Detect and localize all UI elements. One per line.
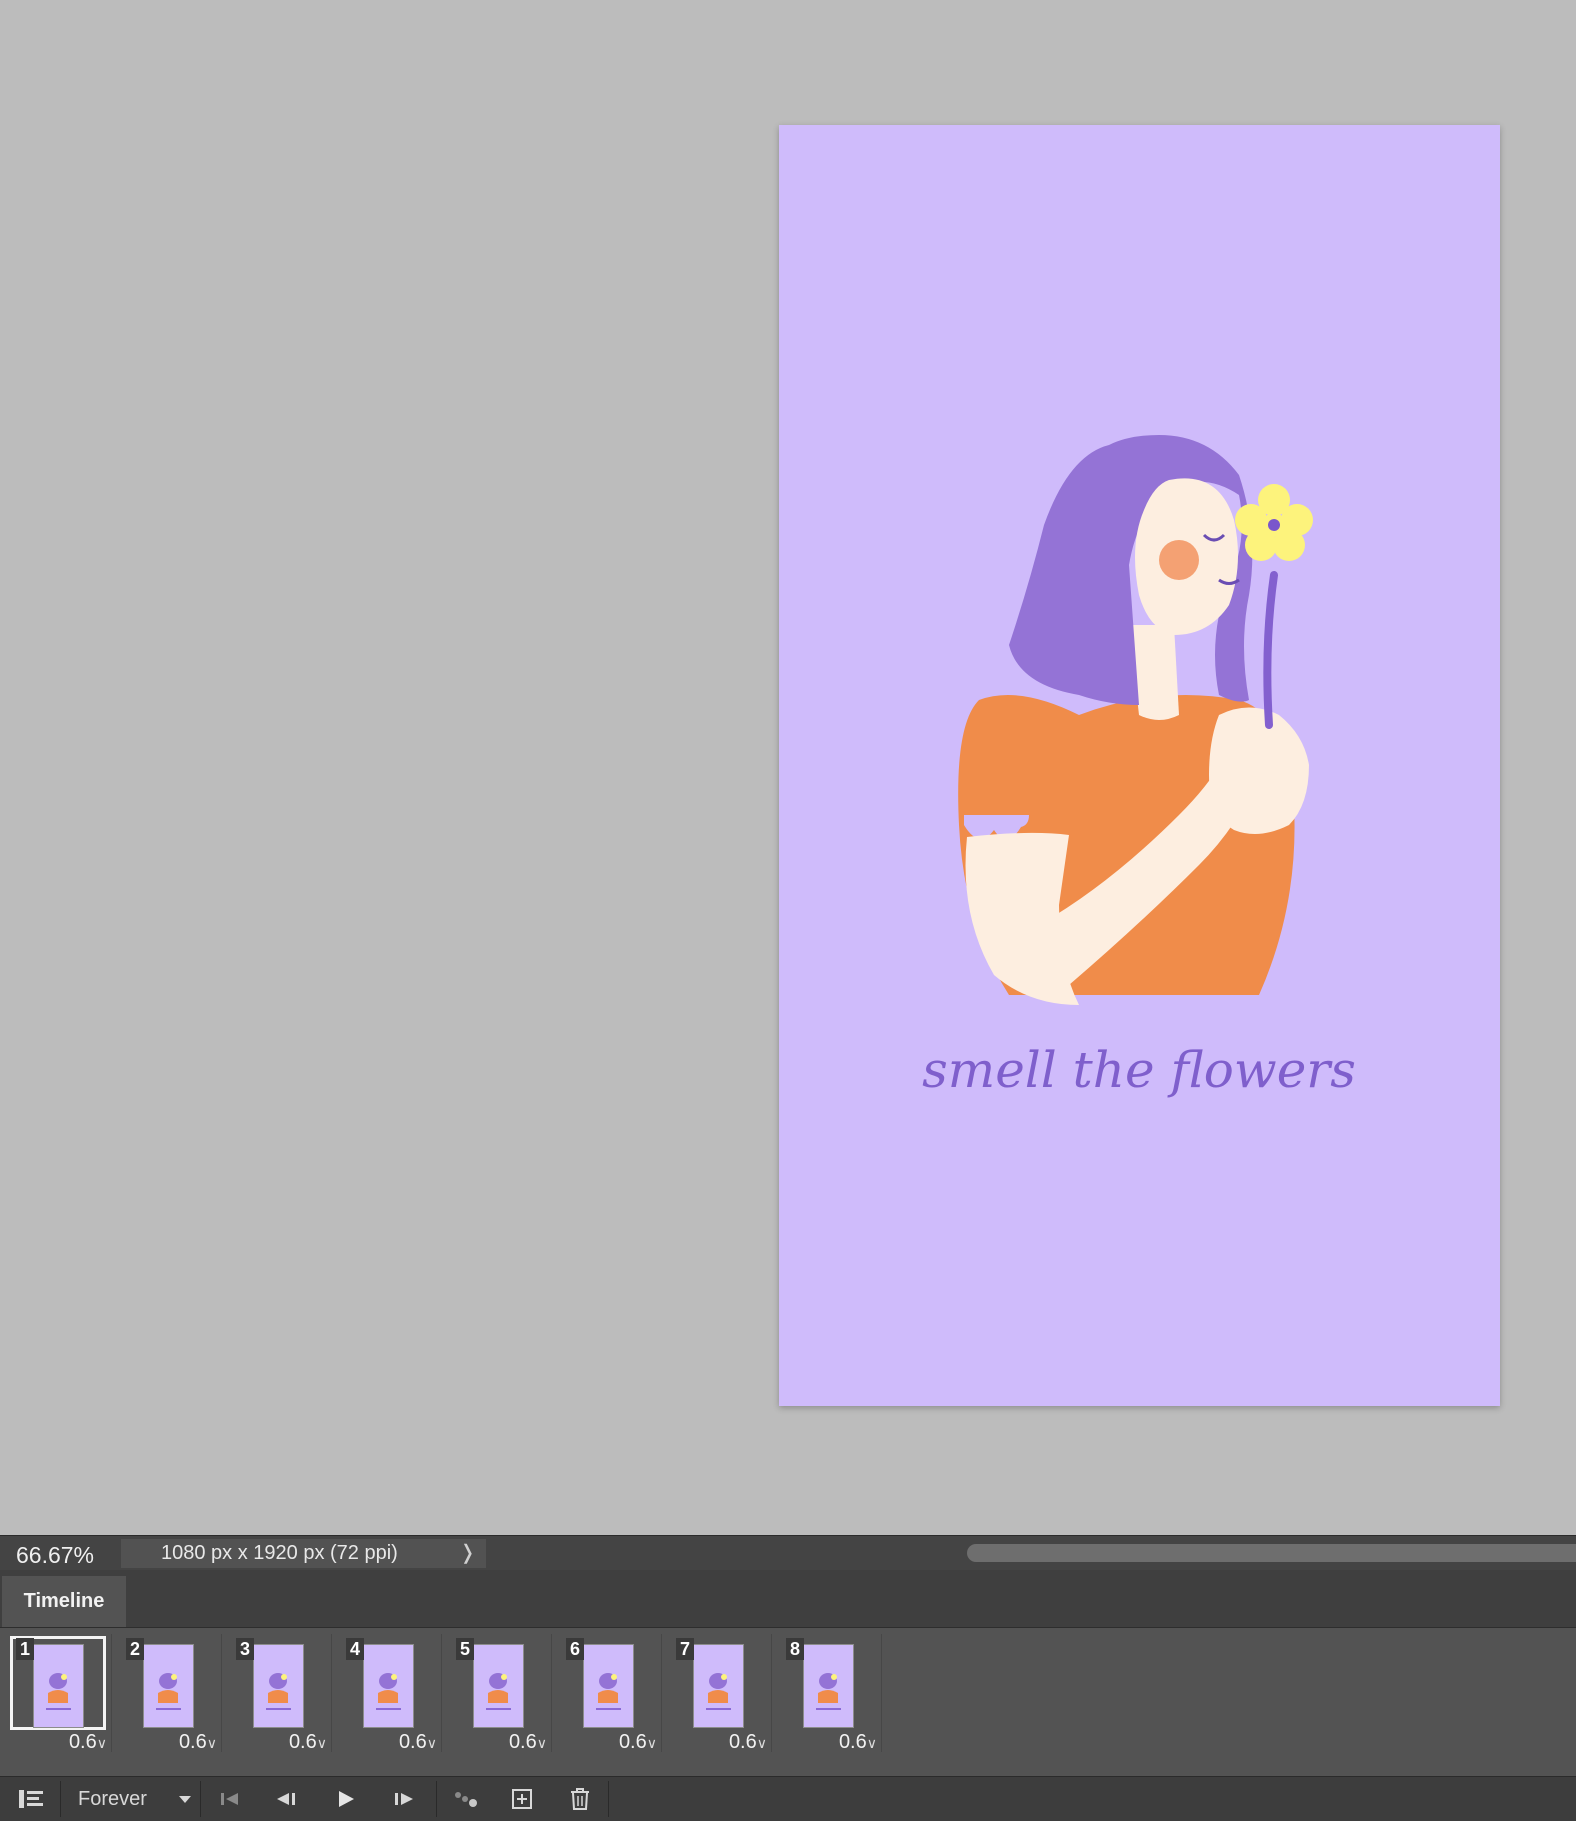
animation-frame[interactable]: 1 0.6∨ [4, 1634, 112, 1754]
duplicate-frame-icon[interactable] [508, 1777, 536, 1821]
frame-delay-value: 0.6 [838, 1731, 867, 1753]
horizontal-scrollbar[interactable] [967, 1544, 1576, 1562]
frame-delay-dropdown[interactable]: 0.6∨ [839, 1731, 877, 1754]
zoom-level[interactable]: 66.67% [16, 1542, 94, 1569]
frame-delay-dropdown[interactable]: 0.6∨ [619, 1731, 657, 1754]
frame-delay-dropdown[interactable]: 0.6∨ [509, 1731, 547, 1754]
frame-thumbnail[interactable] [583, 1644, 634, 1728]
thumbnail-art [376, 1673, 401, 1710]
frame-thumbnail-container[interactable]: 7 [670, 1636, 766, 1730]
frame-thumbnail-container[interactable]: 2 [120, 1636, 216, 1730]
animation-frame[interactable]: 2 0.6∨ [114, 1634, 222, 1754]
tab-timeline[interactable]: Timeline [2, 1576, 126, 1627]
frame-thumbnail[interactable] [693, 1644, 744, 1728]
frame-thumbnail-container[interactable]: 5 [450, 1636, 546, 1730]
frame-delay-value: 0.6 [68, 1731, 97, 1753]
frame-thumbnail-container[interactable]: 8 [780, 1636, 876, 1730]
loop-option-label[interactable]: Forever [78, 1777, 158, 1821]
status-bar: 66.67% 1080 px x 1920 px (72 ppi) ❭ [0, 1535, 1576, 1571]
frame-delay-dropdown[interactable]: 0.6∨ [399, 1731, 437, 1754]
animation-frame[interactable]: 4 0.6∨ [334, 1634, 442, 1754]
frame-thumbnail[interactable] [363, 1644, 414, 1728]
frame-delay-dropdown[interactable]: 0.6∨ [729, 1731, 767, 1754]
thumbnail-art [46, 1673, 71, 1710]
frame-number: 1 [16, 1638, 35, 1660]
frame-delay-dropdown[interactable]: 0.6∨ [69, 1731, 107, 1754]
frame-delay-value: 0.6 [398, 1731, 427, 1753]
thumbnail-art [706, 1673, 731, 1710]
chevron-right-icon[interactable]: ❭ [459, 1539, 476, 1568]
thumbnail-art [486, 1673, 511, 1710]
chevron-down-icon: ∨ [316, 1735, 327, 1751]
frame-thumbnail[interactable] [473, 1644, 524, 1728]
frame-delay-value: 0.6 [288, 1731, 317, 1753]
chevron-down-icon: ∨ [206, 1735, 217, 1751]
convert-to-video-timeline-icon[interactable] [14, 1777, 48, 1821]
chevron-down-icon: ∨ [756, 1735, 767, 1751]
frame-thumbnail[interactable] [253, 1644, 304, 1728]
illustration: smell the flowers [922, 435, 1356, 1099]
chevron-down-icon: ∨ [866, 1735, 877, 1751]
tween-icon[interactable] [450, 1777, 482, 1821]
animation-frame[interactable]: 8 0.6∨ [774, 1634, 882, 1754]
frame-thumbnail[interactable] [143, 1644, 194, 1728]
frame-number: 8 [786, 1638, 805, 1660]
artwork-caption: smell the flowers [922, 1041, 1356, 1099]
thumbnail-art [596, 1673, 621, 1710]
panel-tab-bar: Timeline [0, 1570, 1576, 1628]
chevron-down-icon: ∨ [536, 1735, 547, 1751]
chevron-down-icon: ∨ [426, 1735, 437, 1751]
frame-delay-value: 0.6 [178, 1731, 207, 1753]
first-frame-icon[interactable] [216, 1777, 244, 1821]
frame-strip: 1 0.6∨ 2 0.6∨ 3 0.6∨ 4 0.6∨ 5 0.6∨ 6 0.6∨ 7 0.6∨ 8 0.6∨ [0, 1634, 882, 1754]
delete-frame-icon[interactable] [566, 1777, 594, 1821]
frame-thumbnail[interactable] [803, 1644, 854, 1728]
next-frame-icon[interactable] [390, 1777, 418, 1821]
frame-number: 5 [456, 1638, 475, 1660]
frame-delay-dropdown[interactable]: 0.6∨ [179, 1731, 217, 1754]
frame-number: 7 [676, 1638, 695, 1660]
document-dimensions: 1080 px x 1920 px (72 ppi) [161, 1542, 398, 1564]
timeline-controls: Forever [0, 1776, 1576, 1821]
chevron-down-icon[interactable] [172, 1777, 198, 1821]
frame-thumbnail-container[interactable]: 3 [230, 1636, 326, 1730]
animation-frame[interactable]: 7 0.6∨ [664, 1634, 772, 1754]
frame-number: 2 [126, 1638, 145, 1660]
document-canvas[interactable]: smell the flowers [779, 125, 1500, 1406]
thumbnail-art [816, 1673, 841, 1710]
frame-thumbnail-container[interactable]: 1 [10, 1636, 106, 1730]
frame-thumbnail-container[interactable]: 6 [560, 1636, 656, 1730]
frame-delay-value: 0.6 [728, 1731, 757, 1753]
previous-frame-icon[interactable] [272, 1777, 300, 1821]
frame-delay-value: 0.6 [618, 1731, 647, 1753]
document-info[interactable]: 1080 px x 1920 px (72 ppi) ❭ [121, 1539, 486, 1568]
chevron-down-icon: ∨ [646, 1735, 657, 1751]
canvas-area[interactable]: smell the flowers [0, 0, 1576, 1535]
frame-number: 4 [346, 1638, 365, 1660]
frame-delay-dropdown[interactable]: 0.6∨ [289, 1731, 327, 1754]
frame-thumbnail-container[interactable]: 4 [340, 1636, 436, 1730]
animation-frame[interactable]: 3 0.6∨ [224, 1634, 332, 1754]
frame-number: 6 [566, 1638, 585, 1660]
thumbnail-art [266, 1673, 291, 1710]
timeline-panel: Timeline 1 0.6∨ 2 0.6∨ 3 0.6∨ 4 0.6∨ 5 0.6∨ 6 0.6∨ 7… [0, 1570, 1576, 1821]
animation-frame[interactable]: 6 0.6∨ [554, 1634, 662, 1754]
frame-delay-value: 0.6 [508, 1731, 537, 1753]
chevron-down-icon: ∨ [96, 1735, 107, 1751]
frame-number: 3 [236, 1638, 255, 1660]
play-icon[interactable] [332, 1777, 360, 1821]
animation-frame[interactable]: 5 0.6∨ [444, 1634, 552, 1754]
thumbnail-art [156, 1673, 181, 1710]
frame-thumbnail[interactable] [33, 1644, 84, 1728]
